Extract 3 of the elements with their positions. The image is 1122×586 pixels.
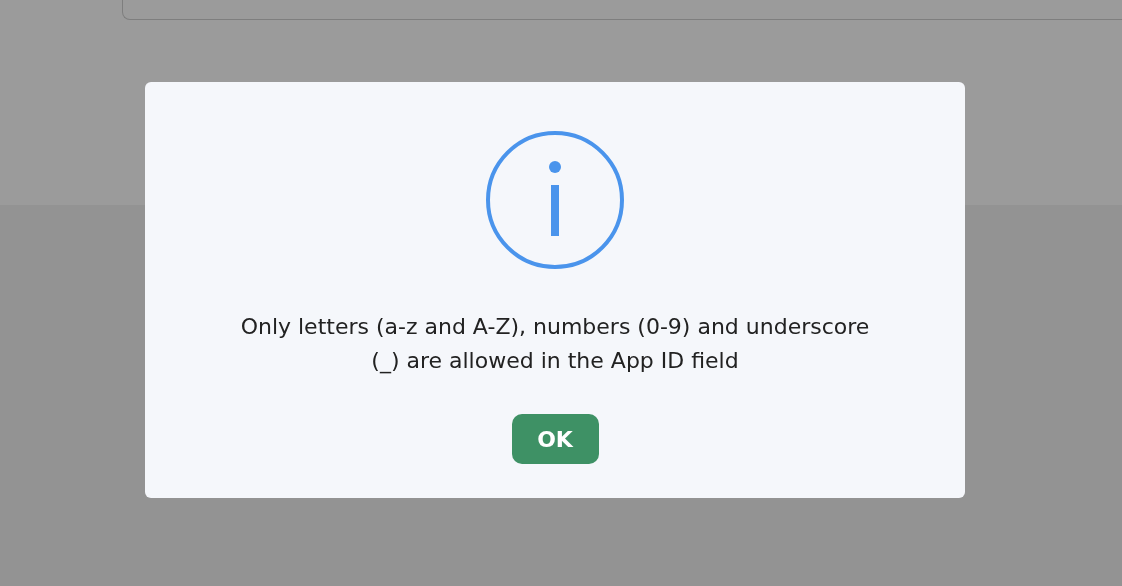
info-icon [485, 130, 625, 270]
dialog-message: Only letters (a-z and A-Z), numbers (0-9) and underscore (_) are allowed in the App ID field [239, 313, 871, 376]
ok-button[interactable]: OK [511, 414, 599, 464]
